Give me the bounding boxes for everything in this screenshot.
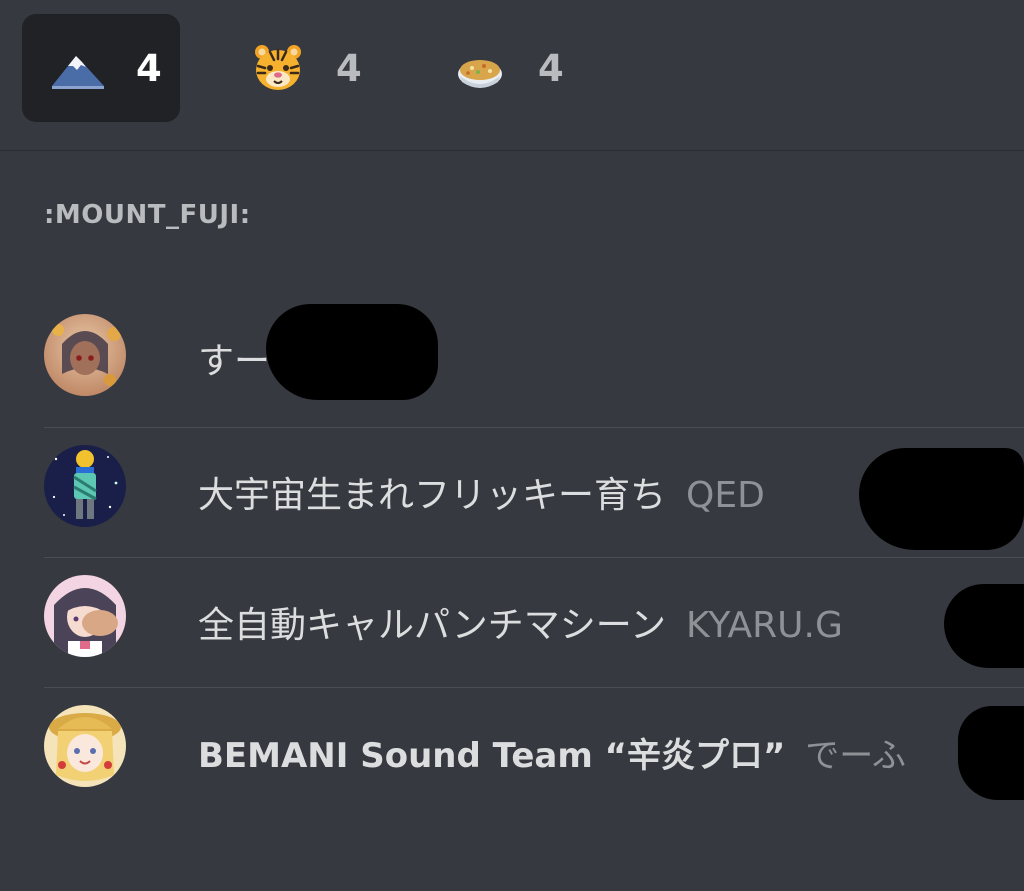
user-tag-text: QED <box>686 475 765 516</box>
redaction-mark <box>266 304 438 400</box>
reaction-tab-tiger[interactable]: 4 <box>222 14 380 122</box>
user-display-name: 全自動キャルパンチマシーン KYARU.G <box>198 596 843 648</box>
reaction-tabs: 4 4 4 <box>0 0 1024 151</box>
user-name-text: BEMANI Sound Team “辛炎プロ” <box>198 736 786 776</box>
user-name-text: 大宇宙生まれフリッキー育ち <box>198 475 667 516</box>
reaction-count: 4 <box>538 46 564 90</box>
redaction-mark <box>958 706 1024 800</box>
reaction-count: 4 <box>336 46 362 90</box>
user-avatar <box>44 575 126 657</box>
redaction-mark <box>944 584 1024 668</box>
reaction-section-title: :MOUNT_FUJI: <box>44 200 251 230</box>
user-name-text: 全自動キャルパンチマシーン <box>198 605 667 646</box>
user-name-text: すー <box>198 341 271 382</box>
user-row[interactable]: すー <box>44 298 1024 428</box>
reaction-count: 4 <box>136 46 162 90</box>
user-row[interactable]: BEMANI Sound Team “辛炎プロ” でーふ <box>44 688 1024 818</box>
reaction-tab-fried-rice[interactable]: 4 <box>424 14 582 122</box>
mount-fuji-icon <box>50 40 106 96</box>
user-avatar <box>44 705 126 787</box>
user-display-name: 大宇宙生まれフリッキー育ち QED <box>198 466 765 518</box>
fried-rice-icon <box>452 40 508 96</box>
user-avatar <box>44 445 126 527</box>
reaction-tab-mount-fuji[interactable]: 4 <box>22 14 180 122</box>
user-avatar <box>44 314 126 396</box>
user-display-name: BEMANI Sound Team “辛炎プロ” でーふ <box>198 728 906 777</box>
user-row[interactable]: 全自動キャルパンチマシーン KYARU.G <box>44 558 1024 688</box>
user-display-name: すー <box>198 332 270 384</box>
user-row[interactable]: 大宇宙生まれフリッキー育ち QED <box>44 428 1024 558</box>
user-tag-text: でーふ <box>805 736 906 776</box>
redaction-mark <box>859 448 1024 550</box>
user-tag-text: KYARU.G <box>686 605 843 646</box>
tiger-face-icon <box>250 40 306 96</box>
